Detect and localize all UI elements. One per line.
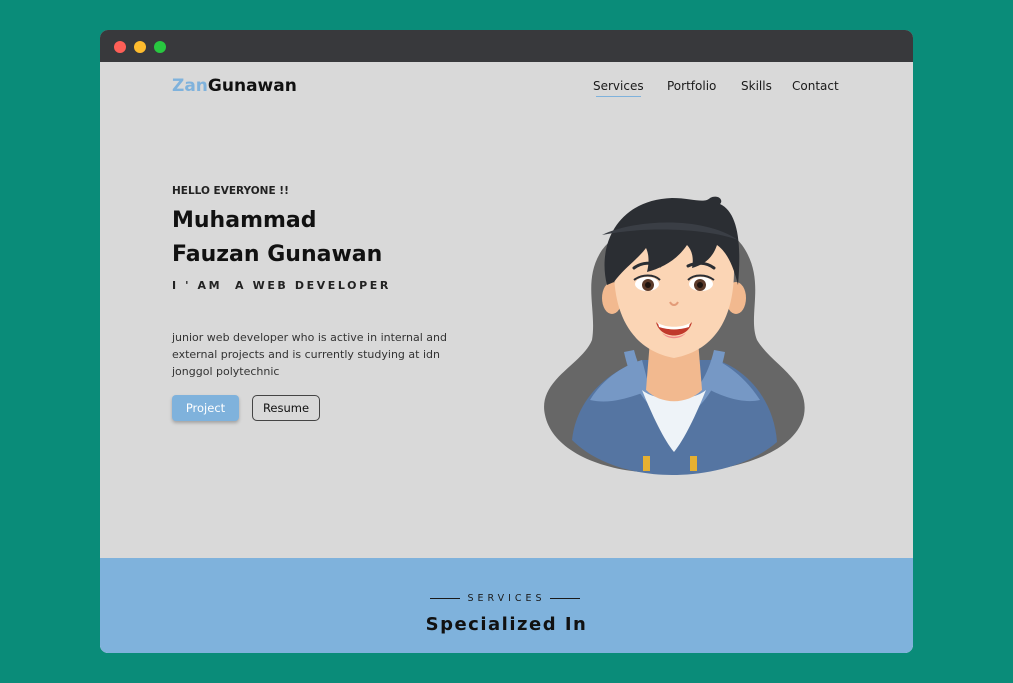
hero-name-line1: Muhammad — [172, 208, 317, 233]
window-titlebar — [100, 30, 913, 62]
hero-role: I ' AM A WEB DEVELOPER — [172, 279, 391, 292]
hero-name-line2: Fauzan Gunawan — [172, 242, 383, 267]
maximize-window-button[interactable] — [154, 41, 166, 53]
hero-greeting: HELLO EVERYONE !! — [172, 185, 289, 197]
logo-part-2: Gunawan — [207, 76, 297, 96]
divider-right — [550, 598, 580, 599]
services-label: SERVICES — [467, 593, 546, 604]
nav-contact[interactable]: Contact — [792, 79, 839, 93]
close-window-button[interactable] — [114, 41, 126, 53]
services-title: Specialized In — [425, 614, 588, 635]
site-logo[interactable]: ZanGunawan — [172, 76, 297, 96]
hero-description: junior web developer who is active in in… — [172, 331, 447, 378]
project-button[interactable]: Project — [172, 395, 239, 421]
services-section: SERVICES Specialized In — [100, 558, 913, 653]
nav-skills[interactable]: Skills — [741, 79, 772, 93]
page-content: ZanGunawan Services Portfolio Skills Con… — [100, 62, 913, 653]
minimize-window-button[interactable] — [134, 41, 146, 53]
resume-button[interactable]: Resume — [252, 395, 320, 421]
nav-services[interactable]: Services — [593, 79, 644, 97]
developer-avatar-icon — [544, 196, 805, 475]
logo-part-1: Zan — [172, 76, 208, 96]
nav-portfolio[interactable]: Portfolio — [667, 79, 716, 93]
browser-window: ZanGunawan Services Portfolio Skills Con… — [100, 30, 913, 653]
